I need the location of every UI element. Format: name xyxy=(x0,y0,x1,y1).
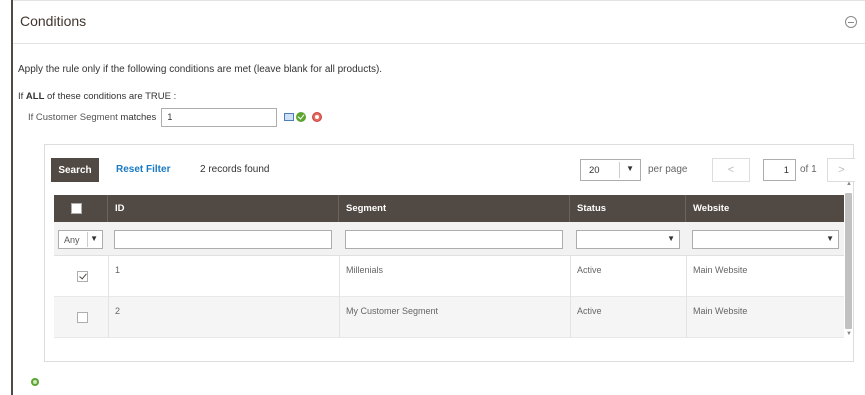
collapse-icon[interactable] xyxy=(845,16,857,28)
in-selection-filter[interactable]: Any ▼ xyxy=(58,230,103,249)
header-select-all[interactable] xyxy=(54,195,108,222)
scroll-up-icon[interactable]: ▲ xyxy=(846,181,852,187)
column-header-status[interactable]: Status xyxy=(570,195,686,222)
reset-filter-link[interactable]: Reset Filter xyxy=(116,164,170,175)
status-filter-select[interactable]: ▼ xyxy=(576,230,680,249)
column-header-segment[interactable]: Segment xyxy=(339,195,570,222)
chevron-down-icon: ▼ xyxy=(626,164,634,173)
column-divider xyxy=(339,256,340,338)
page-total: of 1 xyxy=(800,164,817,175)
intro-text: Apply the rule only if the following con… xyxy=(18,64,383,75)
aggregator-selector[interactable]: ALL xyxy=(26,91,44,102)
condition-attribute: If Customer Segment xyxy=(28,111,118,123)
cell-id: 1 xyxy=(115,265,121,275)
select-divider xyxy=(87,232,88,247)
operator-selector[interactable]: matches xyxy=(120,112,156,123)
per-page-value: 20 xyxy=(589,165,600,176)
per-page-label: per page xyxy=(648,164,688,175)
data-table: ID Segment Status Website Any ▼ ▼ ▼ 1 Mi… xyxy=(54,195,844,338)
prev-page-button[interactable]: < xyxy=(712,158,750,182)
chooser-icon[interactable] xyxy=(284,113,295,121)
cell-website: Main Website xyxy=(693,306,748,316)
scroll-down-icon[interactable]: ▼ xyxy=(846,331,852,337)
add-condition-icon[interactable] xyxy=(31,378,39,386)
chevron-down-icon: ▼ xyxy=(667,234,675,243)
row-checkbox[interactable] xyxy=(77,312,88,323)
select-all-checkbox[interactable] xyxy=(71,203,82,214)
cell-website: Main Website xyxy=(693,265,748,275)
cell-id: 2 xyxy=(115,306,121,316)
condition-value-input[interactable] xyxy=(161,107,278,127)
segment-chooser-grid: Search Reset Filter 2 records found 20 ▼… xyxy=(44,144,855,362)
id-filter-input[interactable] xyxy=(114,230,332,249)
page-frame-border xyxy=(11,0,13,395)
page-number-input[interactable] xyxy=(763,159,796,181)
records-found: 2 records found xyxy=(200,164,270,175)
condition-group-line: If ALL of these conditions are TRUE : xyxy=(18,91,176,102)
section-title: Conditions xyxy=(20,13,87,29)
conditions-section-header[interactable]: Conditions xyxy=(13,0,865,44)
per-page-select[interactable]: 20 ▼ xyxy=(580,159,641,181)
next-page-button[interactable]: > xyxy=(827,158,855,182)
table-row[interactable]: 2 My Customer Segment Active Main Websit… xyxy=(54,297,844,338)
grid-scrollbar[interactable]: ▲ ▼ xyxy=(844,181,853,341)
column-header-website[interactable]: Website xyxy=(686,195,844,222)
column-divider xyxy=(570,256,571,338)
chevron-down-icon: ▼ xyxy=(826,234,834,243)
condition-suffix: of these conditions are TRUE : xyxy=(47,91,177,102)
cell-status: Active xyxy=(577,265,602,275)
apply-icon[interactable] xyxy=(296,112,307,122)
remove-icon[interactable] xyxy=(312,112,323,122)
segment-filter-input[interactable] xyxy=(345,230,563,249)
cell-status: Active xyxy=(577,306,602,316)
column-divider xyxy=(686,256,687,338)
cell-segment: My Customer Segment xyxy=(346,306,439,316)
filter-any-value: Any xyxy=(64,235,80,245)
cell-segment: Millenials xyxy=(346,265,384,275)
scroll-thumb[interactable] xyxy=(845,193,852,329)
table-header: ID Segment Status Website xyxy=(54,195,844,222)
website-filter-select[interactable]: ▼ xyxy=(692,230,839,249)
condition-row: If Customer Segment matches xyxy=(28,107,323,127)
chevron-down-icon: ▼ xyxy=(90,234,98,243)
column-header-id[interactable]: ID xyxy=(108,195,339,222)
column-divider xyxy=(108,256,109,338)
filter-row: Any ▼ ▼ ▼ xyxy=(54,222,844,256)
row-checkbox[interactable] xyxy=(77,271,88,282)
condition-prefix: If xyxy=(18,91,24,102)
condition-label: If Customer Segment matches xyxy=(28,112,156,123)
search-button[interactable]: Search xyxy=(51,158,99,182)
select-divider xyxy=(619,162,620,178)
table-row[interactable]: 1 Millenials Active Main Website xyxy=(54,256,844,297)
